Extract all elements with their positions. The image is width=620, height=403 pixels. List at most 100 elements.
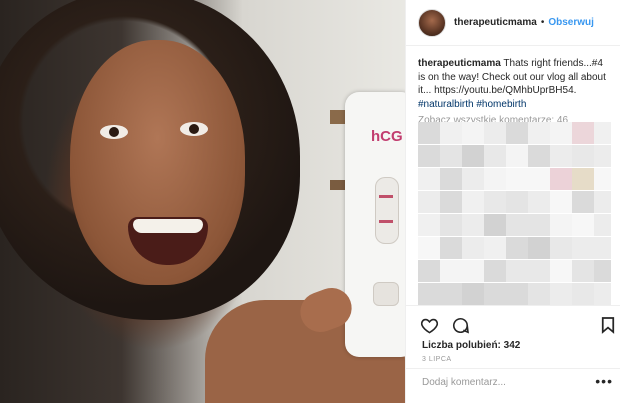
blur-pixel: [418, 237, 440, 259]
blur-pixel: [528, 237, 550, 259]
add-comment-input[interactable]: Dodaj komentarz...: [422, 377, 506, 388]
blur-pixel: [506, 122, 528, 144]
blur-pixel: [440, 145, 462, 167]
test-line-control: [379, 195, 393, 198]
blur-pixel: [484, 122, 506, 144]
photo-pregnancy-test: hCG: [345, 92, 405, 357]
blur-pixel: [506, 145, 528, 167]
heart-icon[interactable]: [420, 316, 439, 340]
blur-pixel: [594, 168, 611, 190]
post-caption: therapeuticmama Thats right friends...#4…: [418, 57, 609, 111]
blur-pixel: [572, 237, 594, 259]
blur-pixel: [594, 122, 611, 144]
blur-pixel: [440, 237, 462, 259]
test-sample-well: [373, 282, 399, 306]
blur-pixel: [440, 260, 462, 282]
blur-pixel: [506, 260, 528, 282]
blur-pixel: [484, 283, 506, 305]
test-result-window: [375, 177, 399, 244]
blur-pixel: [572, 168, 594, 190]
blur-pixel: [418, 145, 440, 167]
blur-pixel: [506, 214, 528, 236]
blur-pixel: [528, 145, 550, 167]
blur-pixel: [572, 260, 594, 282]
blur-pixel: [550, 214, 572, 236]
test-brand-logo: hCG: [371, 128, 403, 145]
blur-pixel: [462, 145, 484, 167]
more-options-icon[interactable]: •••: [595, 373, 613, 389]
blur-pixel: [594, 191, 611, 213]
blurred-comments: [418, 122, 611, 305]
blur-pixel: [506, 168, 528, 190]
blur-pixel: [550, 260, 572, 282]
blur-pixel: [462, 214, 484, 236]
blur-pixel: [418, 260, 440, 282]
blur-pixel: [528, 283, 550, 305]
blur-pixel: [440, 168, 462, 190]
blur-pixel: [462, 191, 484, 213]
blur-pixel: [462, 283, 484, 305]
avatar[interactable]: [418, 8, 446, 37]
blur-pixel: [440, 191, 462, 213]
instagram-post: hCG therapeuticmama • Obserwuj therapeut…: [0, 0, 620, 403]
photo-eye-left: [100, 125, 128, 139]
action-icons: [420, 316, 470, 340]
follow-button[interactable]: Obserwuj: [548, 17, 594, 28]
separator-dot: •: [540, 17, 545, 28]
caption-hashtags[interactable]: #naturalbirth #homebirth: [418, 99, 526, 110]
blur-pixel: [462, 168, 484, 190]
photo-eye-right: [180, 122, 208, 136]
blur-pixel: [550, 122, 572, 144]
blur-pixel: [462, 237, 484, 259]
blur-pixel: [484, 191, 506, 213]
caption-username[interactable]: therapeuticmama: [418, 58, 501, 69]
blur-pixel: [484, 237, 506, 259]
username-link[interactable]: therapeuticmama: [454, 17, 537, 28]
blur-pixel: [506, 283, 528, 305]
blur-pixel: [528, 168, 550, 190]
comments-section: therapeuticmama Thats right friends...#4…: [406, 47, 620, 305]
post-actions: Liczba polubień: 342 3 LIPCA Dodaj komen…: [406, 305, 620, 395]
blur-pixel: [572, 122, 594, 144]
blur-pixel: [572, 214, 594, 236]
blur-pixel: [462, 122, 484, 144]
blur-pixel: [418, 214, 440, 236]
blur-pixel: [418, 168, 440, 190]
bookmark-icon[interactable]: [601, 316, 615, 339]
blur-pixel: [594, 214, 611, 236]
blur-pixel: [550, 283, 572, 305]
blur-pixel: [506, 191, 528, 213]
post-sidebar: therapeuticmama • Obserwuj therapeuticma…: [405, 0, 620, 403]
blur-pixel: [550, 168, 572, 190]
blur-pixel: [528, 191, 550, 213]
blur-pixel: [418, 122, 440, 144]
post-header: therapeuticmama • Obserwuj: [406, 0, 620, 46]
blur-pixel: [594, 283, 611, 305]
blur-pixel: [528, 214, 550, 236]
blur-pixel: [440, 214, 462, 236]
blur-pixel: [440, 122, 462, 144]
blur-pixel: [594, 237, 611, 259]
blur-pixel: [418, 283, 440, 305]
blur-pixel: [462, 260, 484, 282]
blur-pixel: [528, 260, 550, 282]
comment-icon[interactable]: [451, 316, 470, 340]
blur-pixel: [550, 145, 572, 167]
blur-pixel: [440, 283, 462, 305]
blur-pixel: [572, 145, 594, 167]
blur-pixel: [484, 214, 506, 236]
add-comment-bar: Dodaj komentarz... •••: [406, 368, 620, 396]
post-photo[interactable]: hCG: [0, 0, 405, 403]
blur-pixel: [418, 191, 440, 213]
blur-pixel: [528, 122, 550, 144]
blur-pixel: [572, 283, 594, 305]
blur-pixel: [484, 145, 506, 167]
blur-pixel: [594, 145, 611, 167]
blur-pixel: [550, 237, 572, 259]
test-line-result: [379, 220, 393, 223]
blur-pixel: [550, 191, 572, 213]
likes-count[interactable]: Liczba polubień: 342: [422, 340, 520, 351]
photo-teeth: [133, 219, 203, 233]
post-date: 3 LIPCA: [422, 356, 452, 363]
blur-pixel: [484, 260, 506, 282]
